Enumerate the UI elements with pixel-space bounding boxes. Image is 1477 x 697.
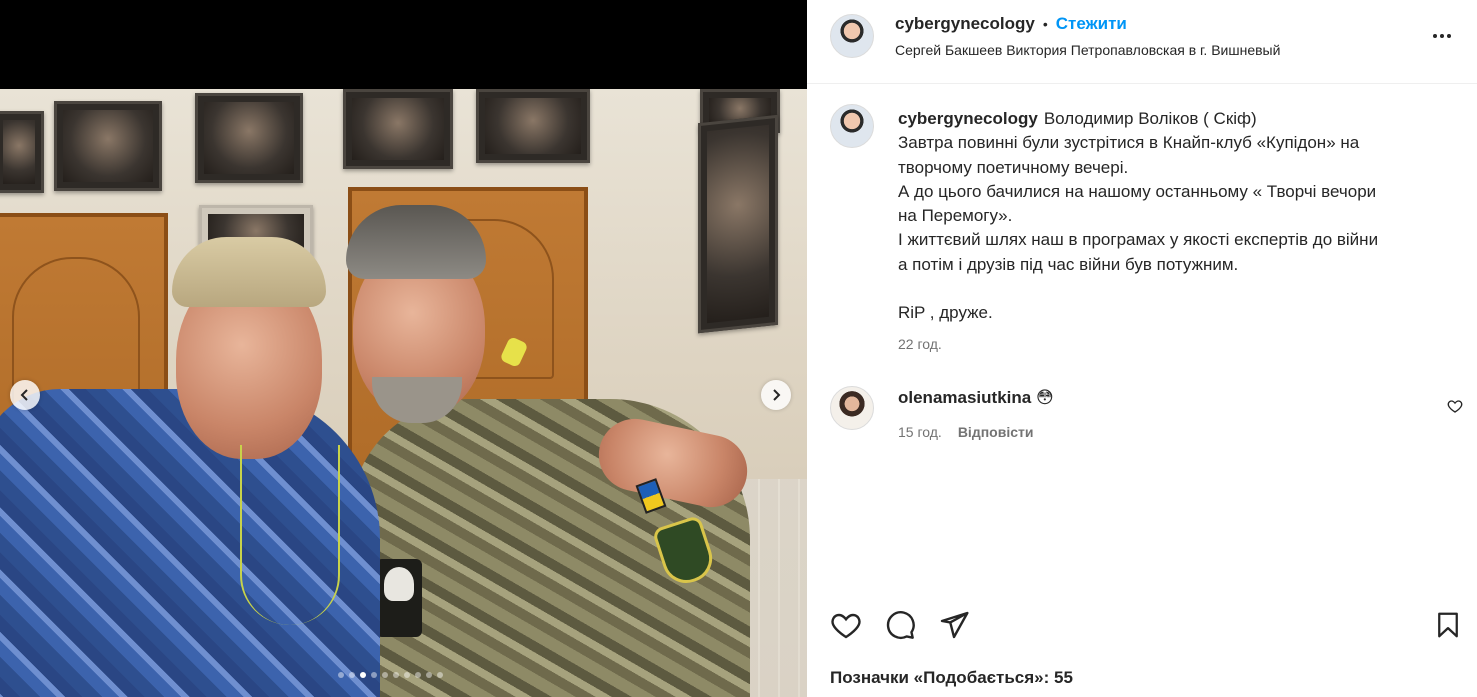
comment-icon [886, 611, 915, 640]
caption-line [898, 277, 1448, 301]
comment-like-heart-icon[interactable] [1447, 398, 1463, 414]
chevron-right-icon [773, 389, 781, 401]
caption-timestamp[interactable]: 22 год. [898, 336, 942, 352]
post-header: cybergynecology • Стежити Сергей Бакшеев… [807, 0, 1477, 84]
post-details-panel: cybergynecology • Стежити Сергей Бакшеев… [807, 0, 1477, 697]
carousel-dot [404, 672, 410, 678]
post-caption: cybergynecology Володимир Воліков ( Скіф)… [898, 107, 1448, 356]
carousel-dot [338, 672, 344, 678]
carousel-dot [426, 672, 432, 678]
like-button[interactable] [829, 608, 863, 642]
post-action-bar [807, 608, 1477, 644]
carousel-next-button[interactable] [761, 380, 791, 410]
wall-painting-frame [698, 114, 778, 334]
heart-icon [831, 613, 861, 639]
post-location[interactable]: Сергей Бакшеев Виктория Петропавловская … [895, 42, 1280, 58]
carousel-dot [393, 672, 399, 678]
lanyard [240, 445, 340, 625]
caption-line: RiP , друже. [898, 303, 993, 323]
caption-line: А до цього бачилися на нашому останньому… [898, 181, 1377, 201]
comment-button[interactable] [883, 608, 917, 642]
send-icon [940, 611, 969, 639]
carousel-dot [349, 672, 355, 678]
follow-button[interactable]: Стежити [1056, 14, 1127, 34]
caption-line: Завтра повинні були зустрітися в Кнайп-к… [898, 133, 1360, 153]
share-button[interactable] [937, 608, 971, 642]
caption-line: на Перемогу». [898, 206, 1013, 226]
carousel-dot [371, 672, 377, 678]
carousel-dot [437, 672, 443, 678]
commenter-avatar[interactable] [830, 386, 874, 430]
reply-button[interactable]: Відповісти [958, 424, 1034, 440]
caption-line: Володимир Воліков ( Скіф) [1043, 109, 1257, 128]
more-options-icon[interactable] [1429, 25, 1455, 47]
hair [172, 237, 326, 307]
carousel-prev-button[interactable] [10, 380, 40, 410]
carousel-dot [360, 672, 366, 678]
hair [346, 205, 486, 279]
author-username[interactable]: cybergynecology [895, 14, 1035, 34]
carousel-dot [415, 672, 421, 678]
skull-patch [376, 559, 422, 637]
caption-line: І життєвий шлях наш в програмах у якості… [898, 230, 1379, 250]
caption-author-avatar[interactable] [830, 104, 874, 148]
wall-photo-frame [0, 111, 44, 193]
post-photo [0, 89, 807, 697]
caption-author-username[interactable]: cybergynecology [898, 109, 1038, 128]
likes-count[interactable]: Позначки «Подобається»: 55 [830, 668, 1073, 688]
carousel-dot [382, 672, 388, 678]
chevron-left-icon [20, 389, 28, 401]
commenter-username[interactable]: olenamasiutkina [898, 388, 1031, 407]
bookmark-icon [1438, 612, 1458, 638]
caption-line: а потім і друзів під час війни був потуж… [898, 254, 1239, 274]
wall-photo-frame [476, 89, 590, 163]
comment-text: 😳 [1035, 388, 1054, 407]
author-avatar[interactable] [830, 14, 874, 58]
wall-photo-frame [343, 89, 453, 169]
wall-photo-frame [54, 101, 162, 191]
comment-item: olenamasiutkina 😳 15 год. Відповісти [807, 380, 1477, 450]
wall-photo-frame [195, 93, 303, 183]
caption-line: творчому поетичному вечері. [898, 157, 1129, 177]
separator-dot: • [1042, 16, 1048, 32]
carousel-indicator [338, 672, 443, 678]
post-media [0, 0, 807, 697]
comment-timestamp[interactable]: 15 год. [898, 424, 942, 440]
save-button[interactable] [1431, 608, 1465, 642]
